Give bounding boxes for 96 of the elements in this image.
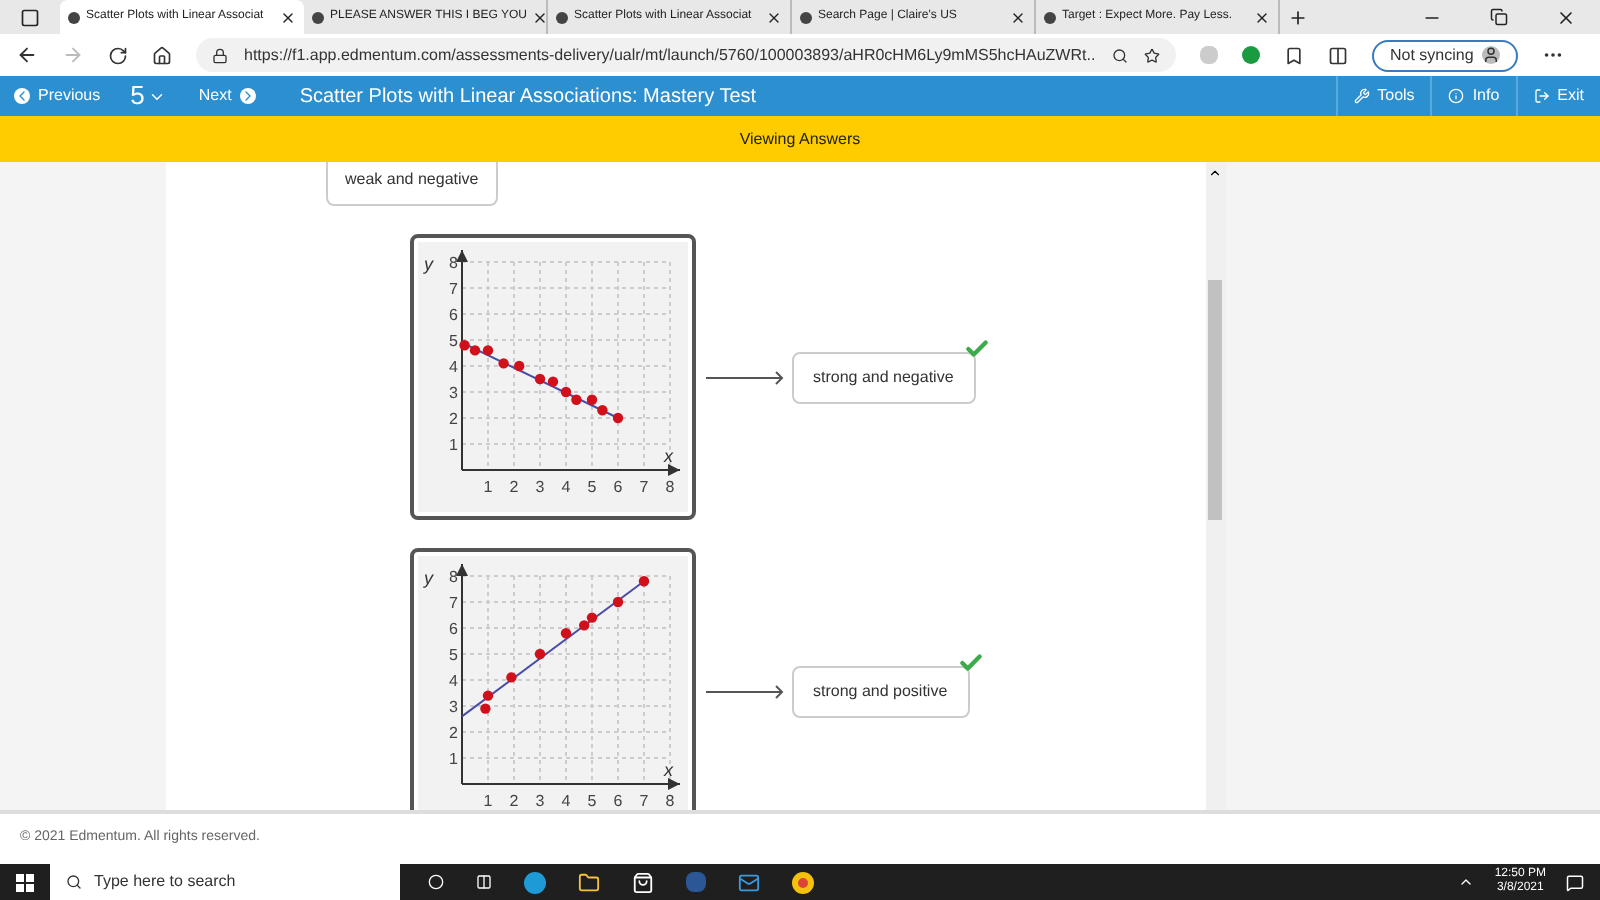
cortana-icon[interactable] — [428, 874, 444, 890]
lock-icon — [212, 47, 228, 63]
taskbar-search-field[interactable]: Type here to search — [50, 864, 400, 900]
site-icon — [312, 11, 324, 23]
tab-actions-icon[interactable] — [20, 8, 40, 28]
search-icon — [66, 874, 82, 890]
site-icon — [68, 11, 80, 23]
next-icon — [239, 88, 256, 104]
home-icon[interactable] — [152, 45, 172, 65]
tick-label: 2 — [448, 724, 457, 742]
task-view-icon[interactable] — [476, 874, 492, 890]
tick-label: 6 — [612, 478, 622, 496]
tick-label: 6 — [612, 792, 622, 810]
restore-icon[interactable] — [1490, 8, 1508, 26]
tick-label: 3 — [448, 384, 457, 402]
back-icon[interactable] — [16, 44, 38, 66]
tray-icon[interactable] — [1458, 874, 1475, 890]
tick-label: 5 — [586, 792, 596, 810]
tick-label: 8 — [664, 478, 674, 496]
tick-label: 4 — [560, 792, 570, 810]
answer-tile[interactable]: strong and positive — [791, 665, 970, 717]
axis-label: x — [663, 760, 672, 780]
close-icon[interactable] — [1254, 9, 1270, 25]
tick-label: 7 — [448, 594, 457, 612]
data-point — [497, 358, 508, 369]
tick-label: 8 — [448, 568, 457, 586]
close-icon[interactable] — [766, 9, 782, 25]
tick-label: 1 — [482, 478, 492, 496]
tick-label: 3 — [534, 792, 544, 810]
sync-button[interactable]: Not syncing — [1372, 39, 1518, 71]
search-icon[interactable] — [1112, 47, 1128, 63]
store-icon[interactable] — [632, 871, 654, 893]
site-icon — [800, 11, 812, 23]
info-icon — [1448, 88, 1465, 104]
tick-label: 8 — [448, 254, 457, 272]
tick-label: 5 — [448, 332, 457, 350]
tick-label: 5 — [448, 646, 457, 664]
tick-label: 6 — [448, 306, 457, 324]
tick-label: 3 — [448, 698, 457, 716]
data-point — [513, 360, 524, 372]
address-bar[interactable]: https://f1.app.edmentum.com/assessments-delivery/ualr/mt/launch/5760/100003893/aHR0cHM6Ly9mMS5hcHAuZWRt... — [196, 38, 1176, 72]
axis-label: y — [423, 254, 432, 274]
tick-label: 8 — [664, 792, 674, 810]
tick-label: 2 — [508, 478, 518, 496]
favorite-icon[interactable] — [1144, 47, 1160, 63]
arrow — [705, 369, 785, 385]
site-icon — [556, 11, 568, 23]
tick-label: 4 — [448, 672, 457, 690]
scrollbar[interactable] — [1205, 162, 1225, 810]
axis-label: y — [423, 568, 432, 588]
next-button[interactable]: Next — [182, 76, 272, 116]
collections-icon[interactable] — [1328, 45, 1348, 65]
reload-icon[interactable] — [108, 45, 128, 65]
mail-icon[interactable] — [738, 871, 760, 893]
close-icon[interactable] — [1556, 8, 1576, 28]
tick-label: 4 — [448, 358, 457, 376]
data-point — [559, 628, 571, 639]
data-point — [637, 576, 649, 587]
tick-label: 3 — [534, 478, 544, 496]
data-point — [611, 412, 623, 424]
tick-label: 5 — [586, 478, 596, 496]
tick-label: 2 — [508, 792, 518, 810]
tick-label: 4 — [560, 478, 570, 496]
profile-icon — [1481, 46, 1500, 64]
exit-icon — [1533, 88, 1550, 104]
new-tab-icon[interactable] — [1288, 8, 1308, 28]
data-point — [505, 672, 516, 683]
question-number-dropdown[interactable]: 5 — [114, 76, 183, 116]
tick-label: 6 — [448, 620, 457, 638]
close-icon[interactable] — [532, 9, 549, 25]
scroll-up-icon[interactable] — [1208, 166, 1222, 180]
answer-tile[interactable]: weak and negative — [325, 162, 499, 206]
previous-icon — [14, 88, 30, 104]
previous-button[interactable]: Previous — [0, 76, 115, 116]
tick-label: 2 — [448, 410, 457, 428]
data-point — [611, 596, 623, 608]
tick-label: 7 — [448, 280, 457, 298]
close-icon[interactable] — [280, 9, 296, 25]
answer-tile[interactable]: strong and negative — [791, 351, 976, 403]
tick-label: 7 — [638, 792, 648, 810]
windows-icon[interactable] — [16, 873, 34, 891]
tick-label: 1 — [482, 792, 492, 810]
close-icon[interactable] — [1010, 9, 1026, 25]
favorites-icon[interactable] — [1284, 45, 1304, 65]
axis-label: x — [663, 446, 672, 466]
test-title: Scatter Plots with Linear Associations: Mastery Test — [299, 83, 759, 111]
status-banner: Viewing Answers — [0, 116, 1600, 162]
tick-label: 7 — [638, 478, 648, 496]
tick-label: 1 — [448, 750, 457, 768]
tick-label: 1 — [448, 436, 457, 454]
wrench-icon — [1353, 88, 1370, 104]
site-icon — [1044, 11, 1056, 23]
arrow — [705, 683, 785, 699]
data-point — [533, 648, 545, 660]
notifications-icon[interactable] — [1566, 873, 1584, 891]
folder-icon[interactable] — [578, 871, 600, 893]
